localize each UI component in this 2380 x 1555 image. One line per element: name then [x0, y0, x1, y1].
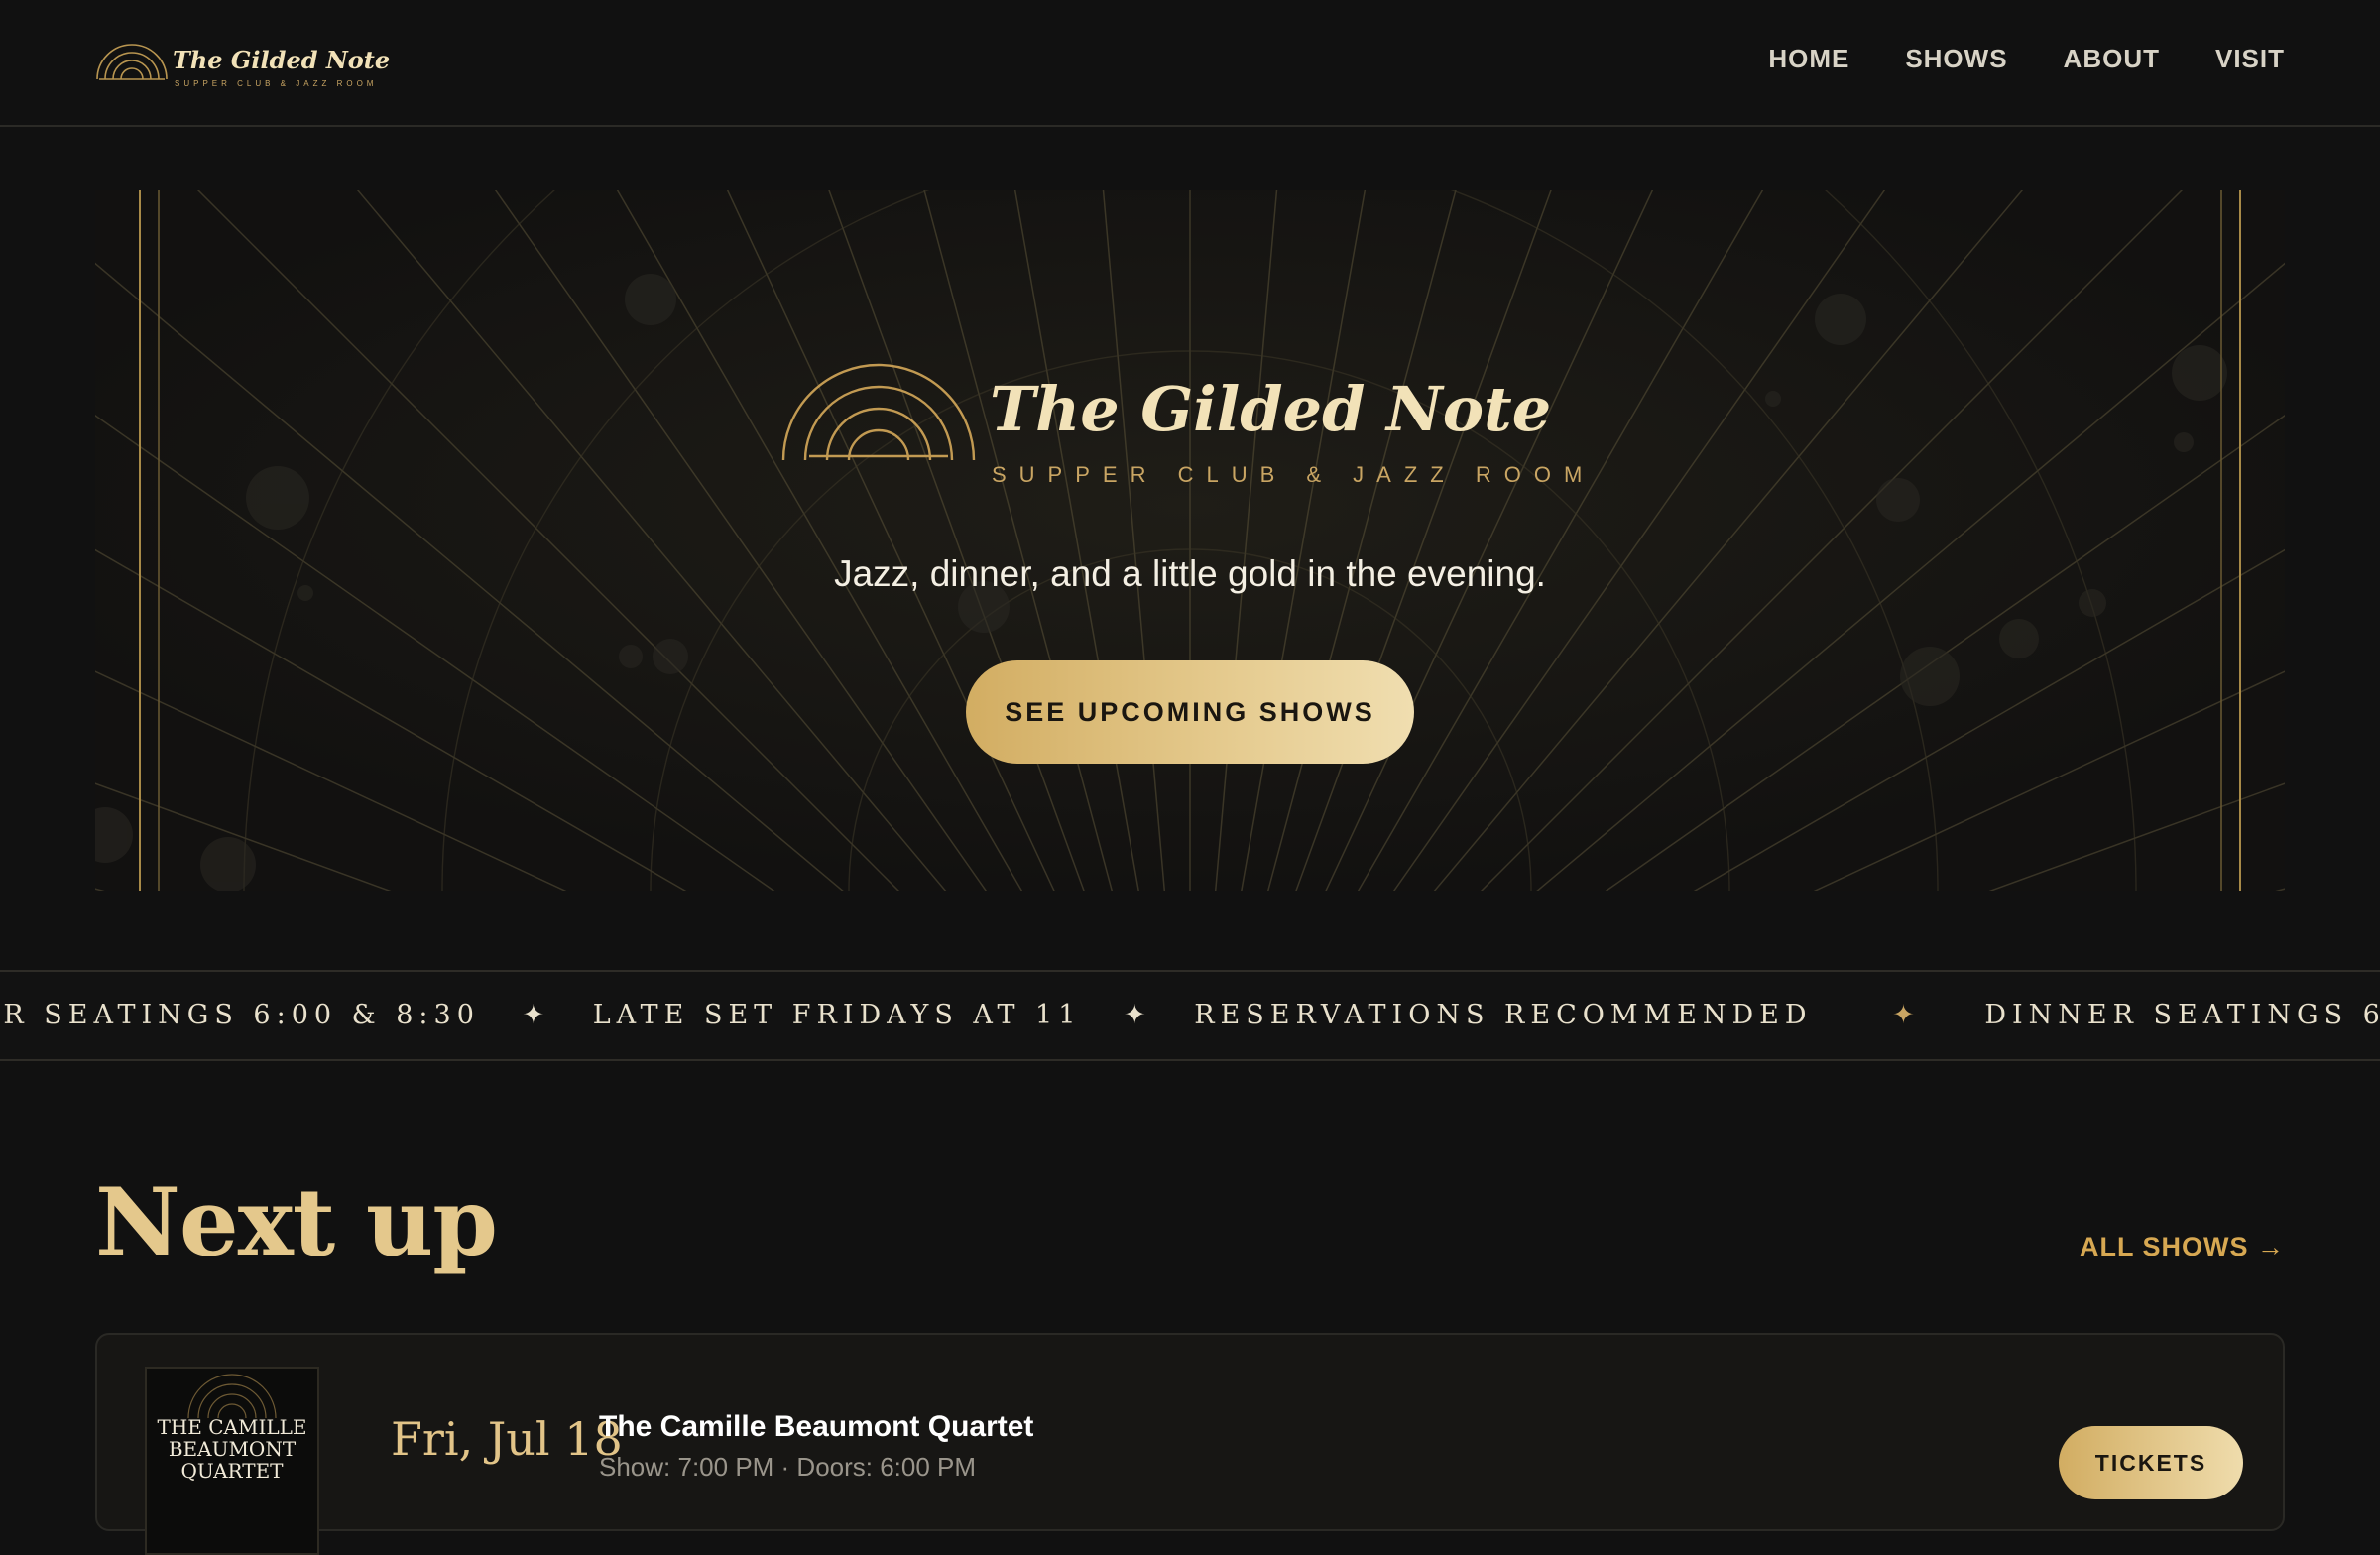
nav-visit[interactable]: VISIT [2215, 44, 2285, 74]
event-times: Show: 7:00 PM · Doors: 6:00 PM [599, 1452, 977, 1482]
nav-shows[interactable]: SHOWS [1905, 44, 2007, 74]
brand-subtitle: SUPPER CLUB & JAZZ ROOM [175, 79, 378, 88]
marquee-item: RESERVATIONS RECOMMENDED [1194, 1000, 1813, 1030]
all-shows-link[interactable]: ALL SHOWS → [2080, 1232, 2285, 1262]
hero-title: The Gilded Note [990, 373, 1552, 445]
star-icon: ✦ [522, 1000, 551, 1030]
tickets-button[interactable]: TICKETS [2059, 1426, 2243, 1499]
next-up-heading: Next up [95, 1168, 498, 1277]
event-card[interactable]: THE CAMILLE BEAUMONT QUARTET Fri, Jul 18… [95, 1333, 2285, 1555]
marquee-item: NER SEATINGS 6:00 & 8:30 [0, 1000, 480, 1030]
nav-about[interactable]: ABOUT [2064, 44, 2160, 74]
info-marquee: NER SEATINGS 6:00 & 8:30 ✦ LATE SET FRID… [0, 970, 2380, 1061]
arch-emblem-icon [781, 363, 976, 461]
star-icon: ✦ [1124, 1000, 1152, 1030]
hero-logo: The Gilded Note SUPPER CLUB & JAZZ ROOM [95, 353, 2285, 492]
poster-arch-icon [187, 1374, 277, 1419]
hero-tagline: Jazz, dinner, and a little gold in the e… [834, 553, 1546, 594]
poster-title: THE CAMILLE BEAUMONT QUARTET [157, 1415, 307, 1483]
marquee-item: LATE SET FRIDAYS AT 11 [592, 1000, 1082, 1030]
marquee-track: NER SEATINGS 6:00 & 8:30 ✦ LATE SET FRID… [0, 1000, 2380, 1030]
brand-logo-link[interactable]: The Gilded Note SUPPER CLUB & JAZZ ROOM [95, 40, 393, 91]
hero-banner: The Gilded Note SUPPER CLUB & JAZZ ROOM … [95, 190, 2285, 891]
brand-name: The Gilded Note [173, 46, 391, 74]
arch-logo-icon [96, 44, 168, 80]
site-header: The Gilded Note SUPPER CLUB & JAZZ ROOM … [0, 0, 2380, 127]
hero-subtitle: SUPPER CLUB & JAZZ ROOM [992, 462, 1596, 487]
event-poster: THE CAMILLE BEAUMONT QUARTET [145, 1367, 319, 1555]
marquee-item: DINNER SEATINGS 6:00 [1984, 1000, 2380, 1030]
sunburst-background [95, 190, 2285, 891]
see-upcoming-shows-button[interactable]: SEE UPCOMING SHOWS [966, 660, 1414, 764]
main-nav: HOME SHOWS ABOUT VISIT [1768, 44, 2285, 74]
event-date: Fri, Jul 18 [391, 1412, 623, 1466]
star-icon: ✦ [1892, 1000, 1921, 1030]
nav-home[interactable]: HOME [1768, 44, 1849, 74]
event-title[interactable]: The Camille Beaumont Quartet [599, 1410, 1033, 1444]
